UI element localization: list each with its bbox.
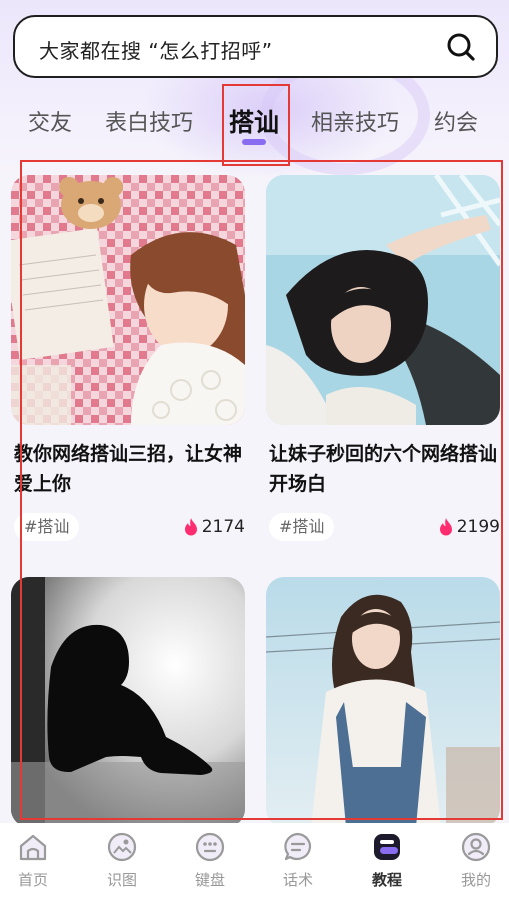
nav-chat[interactable]: 话术 bbox=[268, 831, 328, 890]
nav-home[interactable]: 首页 bbox=[3, 831, 63, 890]
chat-icon bbox=[284, 832, 312, 861]
article-cover-image bbox=[11, 175, 245, 425]
likes-count: 2199 bbox=[456, 517, 500, 537]
tab-xiangqin[interactable]: 相亲技巧 bbox=[311, 105, 399, 137]
article-title[interactable]: 教你网络搭讪三招，让女神爱上你 bbox=[11, 439, 245, 499]
article-card[interactable]: 教你网络搭讪三招，让女神爱上你 #搭讪 2174 bbox=[11, 175, 245, 541]
image-recognize-icon bbox=[107, 832, 137, 862]
nav-tutorial[interactable]: 教程 bbox=[357, 831, 417, 890]
article-cover-image bbox=[266, 175, 500, 425]
article-likes: 2199 bbox=[438, 513, 500, 541]
tab-dashan[interactable]: 搭讪 bbox=[229, 103, 279, 139]
article-title[interactable]: 让妹子秒回的六个网络搭讪开场白 bbox=[266, 439, 500, 499]
tab-jiaoyou[interactable]: 交友 bbox=[28, 105, 72, 137]
flame-icon bbox=[439, 518, 452, 536]
nav-label: 键盘 bbox=[194, 871, 225, 889]
home-icon bbox=[19, 834, 47, 861]
tab-biaobai[interactable]: 表白技巧 bbox=[105, 105, 193, 137]
flame-icon bbox=[184, 518, 197, 536]
nav-label: 识图 bbox=[106, 871, 137, 889]
nav-label: 我的 bbox=[460, 871, 491, 889]
active-tab-indicator bbox=[242, 139, 266, 145]
nav-profile[interactable]: 我的 bbox=[446, 831, 506, 890]
article-cover-image bbox=[11, 577, 245, 827]
keyboard-icon bbox=[195, 832, 225, 862]
likes-count: 2174 bbox=[201, 517, 245, 537]
nav-keyboard[interactable]: 键盘 bbox=[180, 831, 240, 890]
nav-label: 话术 bbox=[282, 871, 313, 889]
category-tabs: 交友 表白技巧 搭讪 相亲技巧 约会 bbox=[0, 100, 509, 160]
tutorial-icon bbox=[374, 834, 400, 860]
article-likes: 2174 bbox=[183, 513, 245, 541]
article-card[interactable]: 让妹子秒回的六个网络搭讪开场白 #搭讪 2199 bbox=[266, 175, 500, 541]
search-placeholder: 大家都在搜 “怎么打招呼” bbox=[39, 39, 273, 63]
nav-image-recognize[interactable]: 识图 bbox=[92, 831, 152, 890]
article-tag[interactable]: #搭讪 bbox=[14, 513, 80, 541]
search-icon[interactable] bbox=[446, 32, 476, 62]
nav-label: 首页 bbox=[17, 871, 48, 889]
search-bar[interactable]: 大家都在搜 “怎么打招呼” bbox=[13, 15, 498, 78]
bottom-navigation: 首页 识图 键盘 话术 教程 我的 bbox=[0, 823, 509, 897]
article-tag[interactable]: #搭讪 bbox=[269, 513, 335, 541]
article-cover-image bbox=[266, 577, 500, 827]
profile-icon bbox=[461, 832, 491, 862]
article-card[interactable] bbox=[11, 577, 245, 827]
article-card[interactable] bbox=[266, 577, 500, 827]
tab-yuehui[interactable]: 约会 bbox=[434, 105, 478, 137]
nav-label: 教程 bbox=[371, 871, 402, 889]
